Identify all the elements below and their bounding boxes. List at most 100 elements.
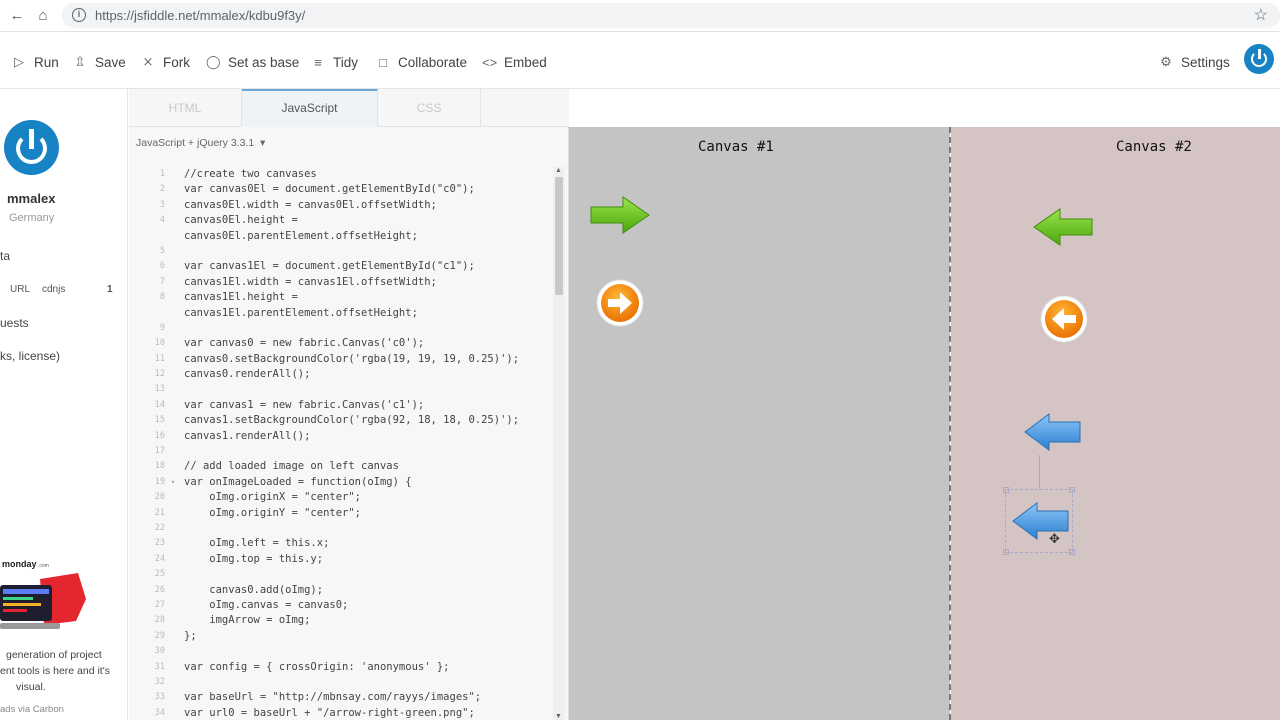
- code-line[interactable]: 33 var baseUrl = "http://mbnsay.com/rayys…: [129, 690, 554, 705]
- code-line[interactable]: 7 canvas1El.width = canvas1El.offsetWidth…: [129, 275, 554, 290]
- code-text[interactable]: oImg.originX = "center";: [184, 490, 361, 505]
- green-arrow-left-icon[interactable]: [1033, 208, 1093, 246]
- code-line[interactable]: 32: [129, 675, 554, 690]
- orange-circle-arrow-left-icon[interactable]: [1039, 294, 1089, 344]
- scroll-down-icon[interactable]: ▼: [555, 713, 562, 720]
- ad-footer[interactable]: ads via Carbon: [0, 704, 64, 715]
- canvas-1[interactable]: Canvas #1: [569, 127, 950, 720]
- code-line[interactable]: canvas0El.parentElement.offsetHeight;: [129, 229, 554, 244]
- editor-scrollbar[interactable]: ▲ ▼: [553, 167, 565, 720]
- settings-button[interactable]: ⚙ Settings: [1159, 51, 1230, 73]
- code-line[interactable]: 9: [129, 321, 554, 336]
- code-line[interactable]: 34 var url0 = baseUrl + "/arrow-right-gre…: [129, 706, 554, 720]
- code-text[interactable]: var config = { crossOrigin: 'anonymous' …: [184, 660, 450, 675]
- green-arrow-right-icon[interactable]: [590, 196, 650, 234]
- sidebar-requests-link[interactable]: uests: [0, 316, 29, 330]
- code-line[interactable]: 17: [129, 444, 554, 459]
- fork-button[interactable]: ⨯ Fork: [141, 51, 190, 73]
- home-icon[interactable]: ⌂: [34, 7, 52, 25]
- fold-toggle-icon[interactable]: ▾: [171, 475, 175, 490]
- code-text[interactable]: var canvas1 = new fabric.Canvas('c1');: [184, 398, 424, 413]
- collaborate-button[interactable]: □ Collaborate: [376, 51, 467, 73]
- code-text[interactable]: canvas0El.width = canvas0El.offsetWidth;: [184, 198, 437, 213]
- code-line[interactable]: 1 //create two canvases: [129, 167, 554, 182]
- code-line[interactable]: 19 ▾ var onImageLoaded = function(oImg) {: [129, 475, 554, 490]
- run-button[interactable]: ▷ Run: [12, 51, 59, 73]
- code-text[interactable]: canvas0.renderAll();: [184, 367, 310, 382]
- code-text[interactable]: var url0 = baseUrl + "/arrow-right-green…: [184, 706, 475, 720]
- code-text[interactable]: var baseUrl = "http://mbnsay.com/rayys/i…: [184, 690, 481, 705]
- sidebar-license-link[interactable]: ks, license): [0, 349, 60, 363]
- code-line[interactable]: 30: [129, 644, 554, 659]
- code-line[interactable]: 27 oImg.canvas = canvas0;: [129, 598, 554, 613]
- code-text[interactable]: canvas0.add(oImg);: [184, 583, 323, 598]
- code-text[interactable]: canvas0El.parentElement.offsetHeight;: [184, 229, 418, 244]
- code-line[interactable]: 3 canvas0El.width = canvas0El.offsetWidth…: [129, 198, 554, 213]
- code-text[interactable]: var onImageLoaded = function(oImg) {: [184, 475, 412, 490]
- code-line[interactable]: 22: [129, 521, 554, 536]
- embed-button[interactable]: <> Embed: [482, 51, 547, 73]
- code-line[interactable]: 29};: [129, 629, 554, 644]
- code-line[interactable]: canvas1El.parentElement.offsetHeight;: [129, 306, 554, 321]
- tab-html[interactable]: HTML: [129, 89, 242, 127]
- arrow-left-icon[interactable]: ←: [8, 7, 26, 25]
- code-text[interactable]: oImg.top = this.y;: [184, 552, 323, 567]
- code-text[interactable]: canvas1.setBackgroundColor('rgba(92, 18,…: [184, 413, 519, 428]
- sidebar-meta-link[interactable]: ta: [0, 249, 10, 263]
- code-line[interactable]: 28 imgArrow = oImg;: [129, 613, 554, 628]
- code-line[interactable]: 31 var config = { crossOrigin: 'anonymous…: [129, 660, 554, 675]
- code-text[interactable]: canvas1El.width = canvas1El.offsetWidth;: [184, 275, 437, 290]
- author-name[interactable]: mmalex: [7, 191, 55, 206]
- user-avatar[interactable]: [1244, 44, 1274, 74]
- code-line[interactable]: 5: [129, 244, 554, 259]
- set-as-base-button[interactable]: ◯ Set as base: [206, 51, 299, 73]
- code-line[interactable]: 6 var canvas1El = document.getElementById…: [129, 259, 554, 274]
- code-text[interactable]: oImg.canvas = canvas0;: [184, 598, 348, 613]
- tidy-button[interactable]: ≡ Tidy: [311, 51, 358, 73]
- code-text[interactable]: canvas0.setBackgroundColor('rgba(19, 19,…: [184, 352, 519, 367]
- code-text[interactable]: canvas1El.height =: [184, 290, 298, 305]
- blue-arrow-left-selected-icon[interactable]: [1011, 501, 1069, 541]
- code-line[interactable]: 10 var canvas0 = new fabric.Canvas('c0');: [129, 336, 554, 351]
- code-lines[interactable]: 1 //create two canvases 2 var canvas0El = d…: [129, 167, 554, 720]
- language-selector[interactable]: JavaScript + jQuery 3.3.1 ▾: [136, 137, 265, 149]
- code-text[interactable]: canvas0El.height =: [184, 213, 298, 228]
- code-text[interactable]: var canvas0El = document.getElementById(…: [184, 182, 475, 197]
- url-text[interactable]: https://jsfiddle.net/mmalex/kdbu9f3y/: [95, 8, 305, 23]
- star-icon[interactable]: ☆: [1254, 5, 1268, 25]
- code-text[interactable]: imgArrow = oImg;: [184, 613, 310, 628]
- resources-cdnjs-tab[interactable]: cdnjs: [42, 284, 65, 295]
- code-text[interactable]: oImg.originY = "center";: [184, 506, 361, 521]
- ad-image[interactable]: monday .com: [0, 559, 86, 635]
- code-line[interactable]: 12 canvas0.renderAll();: [129, 367, 554, 382]
- code-line[interactable]: 18 // add loaded image on left canvas: [129, 459, 554, 474]
- save-button[interactable]: ⇫ Save: [73, 51, 126, 73]
- code-text[interactable]: canvas1El.parentElement.offsetHeight;: [184, 306, 418, 321]
- ad-text[interactable]: generation of project ent tools is here …: [0, 647, 127, 695]
- code-line[interactable]: 14 var canvas1 = new fabric.Canvas('c1');: [129, 398, 554, 413]
- code-line[interactable]: 20 oImg.originX = "center";: [129, 490, 554, 505]
- code-text[interactable]: var canvas0 = new fabric.Canvas('c0');: [184, 336, 424, 351]
- code-text[interactable]: oImg.left = this.x;: [184, 536, 329, 551]
- code-line[interactable]: 11 canvas0.setBackgroundColor('rgba(19, 1…: [129, 352, 554, 367]
- code-line[interactable]: 16 canvas1.renderAll();: [129, 429, 554, 444]
- url-bar[interactable]: i https://jsfiddle.net/mmalex/kdbu9f3y/ …: [62, 3, 1280, 28]
- code-text[interactable]: //create two canvases: [184, 167, 317, 182]
- code-text[interactable]: // add loaded image on left canvas: [184, 459, 399, 474]
- code-line[interactable]: 4 canvas0El.height =: [129, 213, 554, 228]
- code-line[interactable]: 24 oImg.top = this.y;: [129, 552, 554, 567]
- resources-url-tab[interactable]: URL: [10, 284, 30, 295]
- code-text[interactable]: var canvas1El = document.getElementById(…: [184, 259, 475, 274]
- code-editor[interactable]: JavaScript + jQuery 3.3.1 ▾ 1 //create tw…: [129, 127, 569, 720]
- code-line[interactable]: 2 var canvas0El = document.getElementById…: [129, 182, 554, 197]
- code-line[interactable]: 8 canvas1El.height =: [129, 290, 554, 305]
- code-line[interactable]: 23 oImg.left = this.x;: [129, 536, 554, 551]
- tab-javascript[interactable]: JavaScript: [242, 89, 378, 127]
- code-text[interactable]: };: [184, 629, 197, 644]
- code-text[interactable]: canvas1.renderAll();: [184, 429, 310, 444]
- code-line[interactable]: 21 oImg.originY = "center";: [129, 506, 554, 521]
- code-line[interactable]: 15 canvas1.setBackgroundColor('rgba(92, 1…: [129, 413, 554, 428]
- code-line[interactable]: 25: [129, 567, 554, 582]
- code-line[interactable]: 26 canvas0.add(oImg);: [129, 583, 554, 598]
- info-icon[interactable]: i: [72, 8, 86, 22]
